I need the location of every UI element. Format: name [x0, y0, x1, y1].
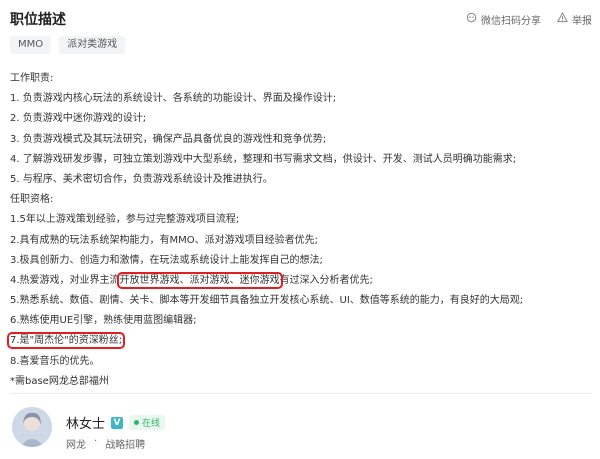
company-name: 网龙 [66, 440, 86, 451]
description-line: 1.5年以上游戏策划经验，参与过完整游戏项目流程; [10, 214, 240, 226]
description-line: 4. 了解游戏研发步骤，可独立策划游戏中大型系统，整理和书写需求文档，供设计、开… [10, 153, 517, 165]
warning-icon [557, 11, 568, 26]
job-description: 工作职责: 1. 负责游戏内核心玩法的系统设计、各系统的功能设计、界面及操作设计… [6, 69, 592, 392]
share-label: 微信扫码分享 [481, 15, 541, 27]
description-line: 5. 与程序、美术密切合作，负责游戏系统设计及推进执行。 [10, 173, 273, 185]
description-line: 3. 负责游戏模式及其玩法研究，确保产品具备优良的游戏性和竞争优势; [10, 133, 327, 145]
report-label: 举报 [572, 15, 592, 27]
recruiter-company: 网龙 · 战略招聘 [66, 436, 145, 451]
job-tags: MMO 派对类游戏 [10, 36, 126, 54]
divider [10, 393, 592, 394]
online-status-label: 在线 [142, 419, 161, 429]
tag-party-game: 派对类游戏 [59, 36, 126, 54]
wechat-share-icon [466, 12, 477, 26]
description-line: 8.喜爱音乐的优先。 [10, 355, 100, 367]
highlighted-fan-requirement: 7.是"周杰伦"的资深粉丝; [6, 332, 126, 350]
line4-prefix: 4.热爱游戏，对业界主流 [10, 274, 120, 286]
online-dot-icon [134, 420, 140, 425]
description-line: 6.熟练使用UE引擎，熟练使用蓝图编辑器; [10, 315, 197, 327]
avatar[interactable] [12, 407, 52, 447]
header-actions: 微信扫码分享 举报 [466, 11, 592, 27]
description-line: 3.极具创新力、创造力和激情，在玩法或系统设计上能发挥自己的想法; [10, 254, 323, 266]
description-line: 2. 负责游戏中迷你游戏的设计; [10, 113, 147, 125]
highlighted-game-genres: 开放世界游戏、派对游戏、迷你游戏 [116, 271, 283, 289]
description-line: 2.具有成熟的玩法系统架构能力，有MMO、派对游戏项目经验者优先; [10, 234, 319, 246]
description-line: *需base网龙总部福州 [10, 375, 109, 387]
online-status-badge: 在线 [129, 415, 166, 430]
recruiter-role: 战略招聘 [105, 440, 146, 451]
page-title: 职位描述 [10, 12, 66, 28]
share-button[interactable]: 微信扫码分享 [466, 12, 541, 27]
description-line: 1. 负责游戏内核心玩法的系统设计、各系统的功能设计、界面及操作设计; [10, 93, 337, 105]
verified-icon: V [111, 416, 124, 429]
section-heading-responsibilities: 工作职责: [10, 73, 54, 84]
section-heading-qualifications: 任职资格: [10, 194, 54, 206]
separator-dot: · [94, 436, 98, 447]
job-description-header: 职位描述 微信扫码分享 举报 [10, 8, 592, 30]
description-line-highlighted: 4.热爱游戏，对业界主流开放世界游戏、派对游戏、迷你游戏有过深入分析者优先; [10, 271, 592, 291]
report-button[interactable]: 举报 [557, 11, 592, 27]
description-line-highlighted: 7.是"周杰伦"的资深粉丝; [6, 331, 592, 351]
tag-mmo: MMO [10, 36, 52, 54]
description-line: 5.熟悉系统、数值、剧情、关卡、脚本等开发细节具备独立开发核心系统、UI、数值等… [10, 295, 524, 307]
line4-suffix: 有过深入分析者优先; [279, 274, 373, 286]
recruiter-name-row: 林女士 V 在线 [66, 413, 166, 432]
recruiter-name: 林女士 [66, 417, 106, 432]
